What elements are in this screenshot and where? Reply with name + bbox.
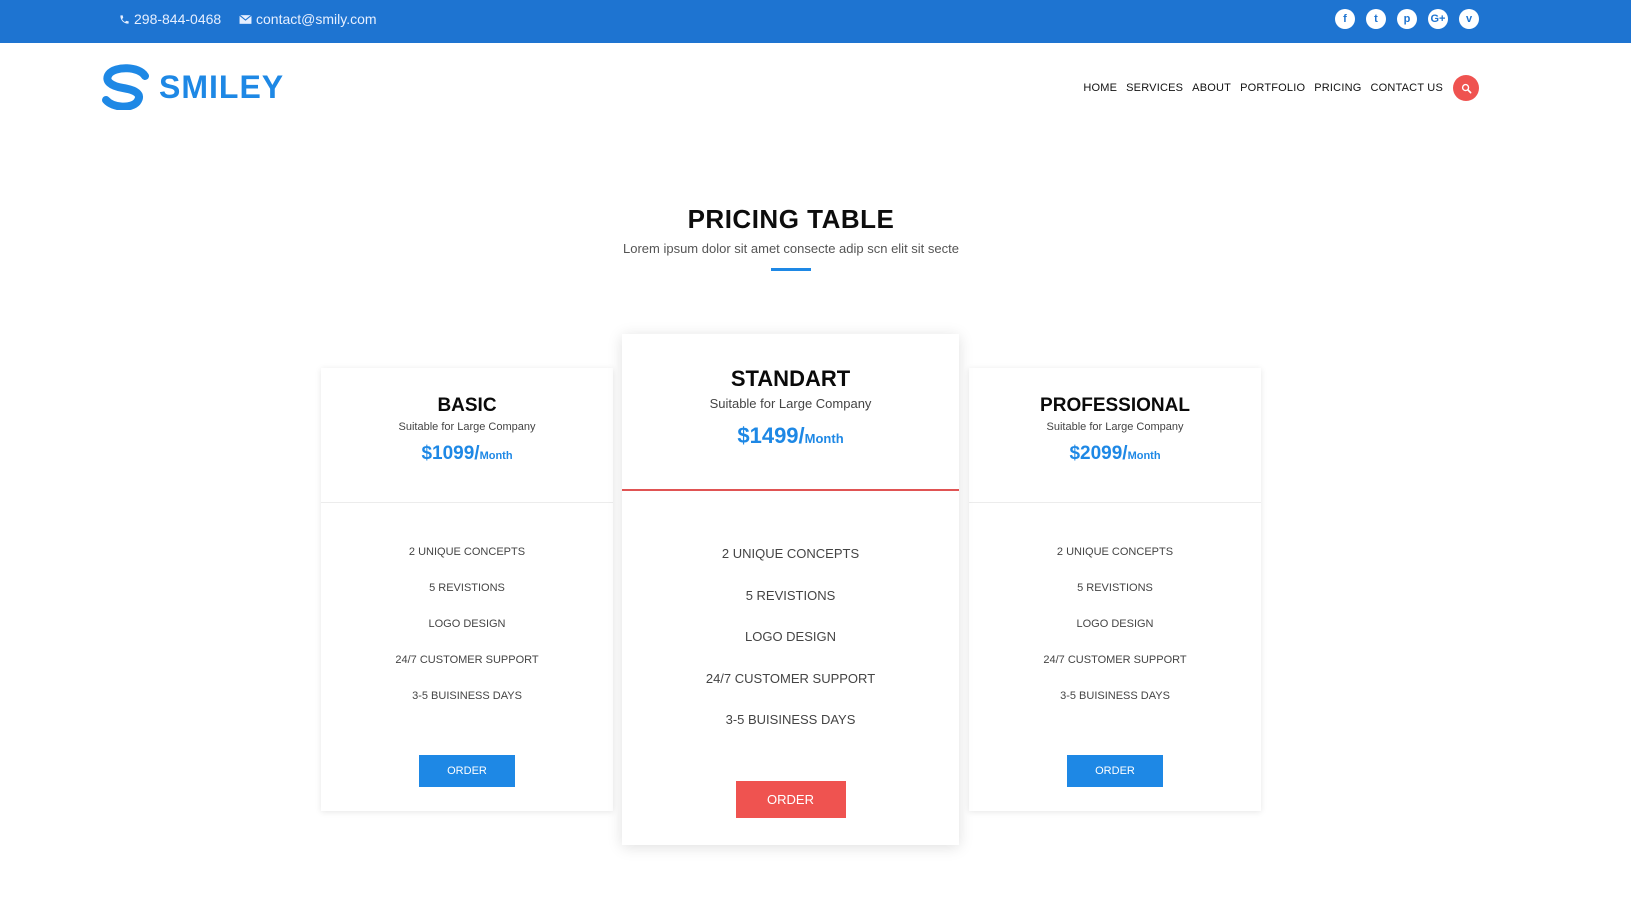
nav-item-home[interactable]: HOME: [1083, 82, 1117, 94]
order-button-professional[interactable]: ORDER: [1067, 755, 1163, 787]
pricing-card-professional: PROFESSIONAL Suitable for Large Company …: [969, 368, 1261, 811]
nav-item-services[interactable]: SERVICES: [1126, 82, 1183, 94]
search-button[interactable]: [1453, 75, 1479, 101]
site-logo[interactable]: SMILEY: [101, 64, 284, 110]
plan-description: Suitable for Large Company: [709, 396, 872, 411]
main-nav: HOME SERVICES ABOUT PORTFOLIO PRICING CO…: [1083, 82, 1443, 94]
price-period: Month: [1127, 450, 1161, 462]
title-divider: [771, 268, 811, 271]
nav-item-about[interactable]: ABOUT: [1192, 82, 1231, 94]
plan-price: $2099/Month: [969, 443, 1261, 465]
order-button-standart[interactable]: ORDER: [735, 781, 846, 818]
section-title: PRICING TABLE: [687, 204, 895, 234]
pricing-card-standart: STANDART Suitable for Large Company $149…: [622, 334, 959, 845]
section-subtitle: Lorem ipsum dolor sit amet consecte adip…: [623, 241, 959, 256]
plan-price: $1099/Month: [321, 443, 613, 465]
google-plus-icon[interactable]: G+: [1428, 9, 1448, 29]
envelope-icon: [239, 14, 252, 24]
price-period: Month: [804, 431, 844, 446]
facebook-icon[interactable]: f: [1335, 9, 1355, 29]
plan-description: Suitable for Large Company: [1046, 421, 1184, 433]
feature-item: 2 UNIQUE CONCEPTS: [1056, 546, 1174, 558]
feature-item: 5 REVISTIONS: [429, 582, 505, 594]
email-address: contact@smily.com: [256, 11, 377, 27]
price-period: Month: [479, 450, 513, 462]
feature-list: 2 UNIQUE CONCEPTS 5 REVISTIONS LOGO DESI…: [321, 503, 613, 726]
price-amount: $2099/: [1069, 443, 1128, 464]
phone-contact[interactable]: 298-844-0468: [119, 0, 221, 38]
plan-name: PROFESSIONAL: [1040, 395, 1190, 416]
price-amount: $1099/: [421, 443, 480, 464]
feature-item: LOGO DESIGN: [428, 618, 506, 630]
nav-item-pricing[interactable]: PRICING: [1314, 82, 1361, 94]
twitter-icon[interactable]: t: [1366, 9, 1386, 29]
feature-list: 2 UNIQUE CONCEPTS 5 REVISTIONS LOGO DESI…: [969, 503, 1261, 726]
feature-item: 5 REVISTIONS: [1077, 582, 1153, 594]
search-icon: [1461, 83, 1471, 93]
feature-item: 2 UNIQUE CONCEPTS: [721, 546, 860, 561]
feature-item: 24/7 CUSTOMER SUPPORT: [395, 654, 539, 666]
nav-item-contact-us[interactable]: CONTACT US: [1371, 82, 1444, 94]
vimeo-icon[interactable]: v: [1459, 9, 1479, 29]
plan-name: BASIC: [437, 395, 497, 416]
plan-name: STANDART: [730, 366, 851, 391]
social-links: f t p G+ v: [1335, 9, 1479, 29]
email-contact[interactable]: contact@smily.com: [239, 0, 377, 38]
pinterest-icon[interactable]: p: [1397, 9, 1417, 29]
feature-item: 3-5 BUISINESS DAYS: [1060, 690, 1170, 702]
card-header: PROFESSIONAL Suitable for Large Company …: [969, 368, 1261, 503]
phone-icon: [120, 14, 129, 24]
pricing-card-basic: BASIC Suitable for Large Company $1099/M…: [321, 368, 613, 811]
feature-item: 24/7 CUSTOMER SUPPORT: [705, 670, 876, 686]
brand-name: SMILEY: [159, 68, 285, 105]
plan-price: $1499/Month: [622, 423, 959, 449]
nav-item-portfolio[interactable]: PORTFOLIO: [1240, 82, 1305, 94]
card-header: BASIC Suitable for Large Company $1099/M…: [321, 368, 613, 503]
feature-item: 24/7 CUSTOMER SUPPORT: [1043, 654, 1187, 666]
order-button-basic[interactable]: ORDER: [419, 755, 515, 787]
feature-item: 3-5 BUISINESS DAYS: [412, 690, 522, 702]
plan-description: Suitable for Large Company: [398, 421, 536, 433]
phone-number: 298-844-0468: [134, 11, 222, 27]
feature-list: 2 UNIQUE CONCEPTS 5 REVISTIONS LOGO DESI…: [622, 491, 959, 754]
feature-item: LOGO DESIGN: [1076, 618, 1154, 630]
logo-mark-icon: [102, 64, 149, 110]
feature-item: 2 UNIQUE CONCEPTS: [408, 546, 526, 558]
price-amount: $1499/: [737, 423, 805, 448]
top-bar: 298-844-0468 contact@smily.com f t p G+ …: [0, 0, 1631, 43]
feature-item: 3-5 BUISINESS DAYS: [725, 712, 856, 727]
feature-item: 5 REVISTIONS: [745, 587, 836, 603]
card-header: STANDART Suitable for Large Company $149…: [622, 334, 959, 491]
feature-item: LOGO DESIGN: [744, 629, 837, 644]
